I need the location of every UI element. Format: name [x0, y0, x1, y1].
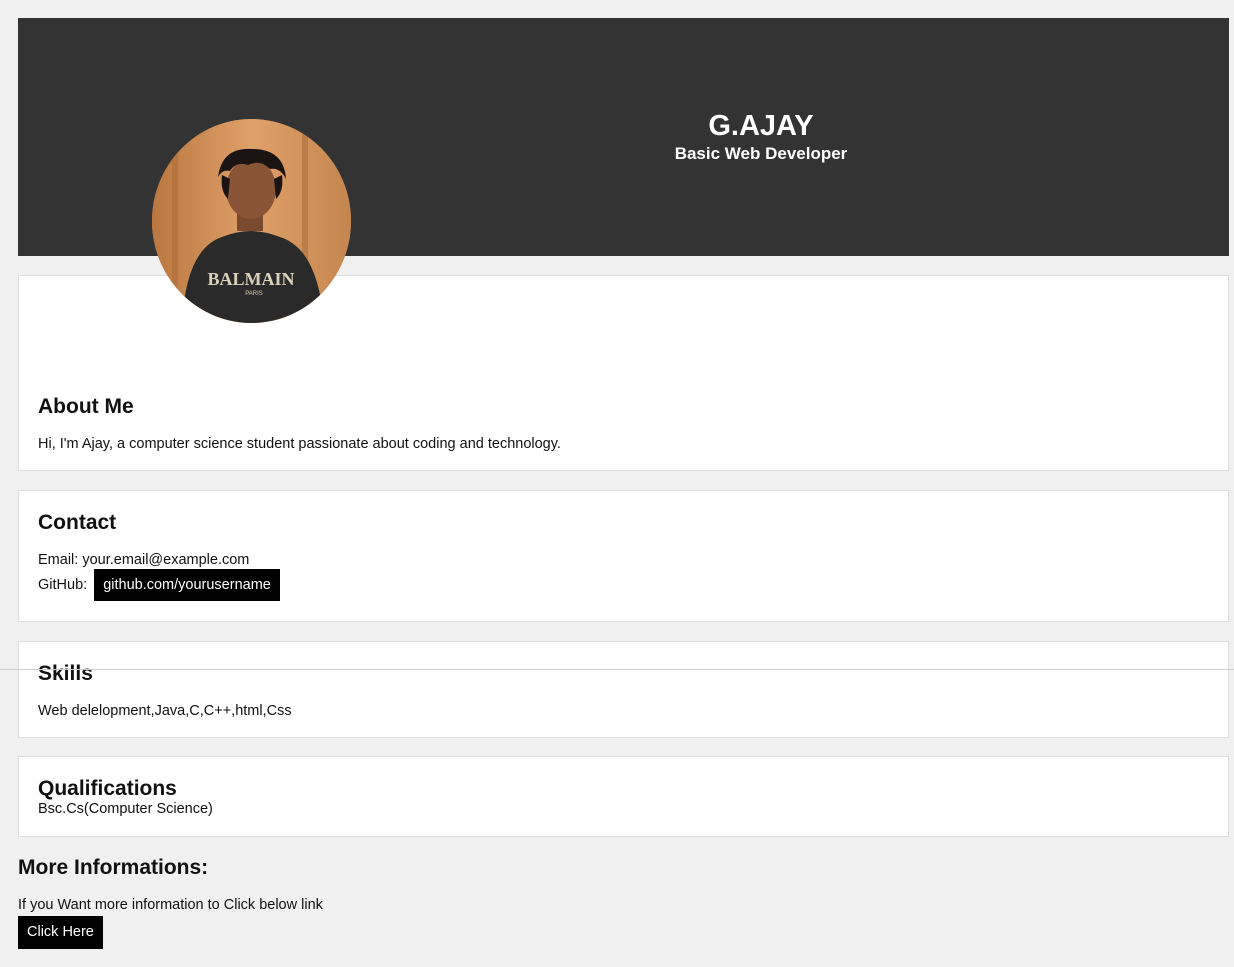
qualifications-card: Qualifications Bsc.Cs(Computer Science): [18, 756, 1229, 837]
email-label: Email:: [38, 552, 79, 568]
qualifications-title: Qualifications: [38, 777, 177, 800]
divider-line: [0, 669, 1234, 670]
shirt-print: BALMAIN: [207, 269, 294, 289]
more-info-title: More Informations:: [18, 856, 209, 879]
about-text: Hi, I'm Ajay, a computer science student…: [38, 436, 561, 452]
github-link[interactable]: github.com/yourusername: [94, 569, 280, 601]
email-value: your.email@example.com: [82, 552, 250, 568]
click-here-button[interactable]: Click Here: [18, 916, 103, 949]
more-info-text: If you Want more information to Click be…: [18, 897, 323, 913]
github-label: GitHub:: [38, 576, 88, 593]
github-line: GitHub: github.com/yourusername: [38, 569, 280, 601]
email-line: Email: your.email@example.com: [38, 552, 249, 568]
qualifications-text: Bsc.Cs(Computer Science): [38, 801, 213, 817]
about-title: About Me: [38, 395, 134, 418]
page: G.AJAY Basic Web Developer BALMAIN PARIS…: [0, 0, 1234, 967]
skills-card: Skills Web delelopment,Java,C,C++,html,C…: [18, 641, 1229, 738]
contact-card: Contact Email: your.email@example.com Gi…: [18, 490, 1229, 622]
avatar: BALMAIN PARIS: [152, 119, 351, 323]
profile-photo-icon: BALMAIN PARIS: [152, 119, 351, 323]
shirt-subprint: PARIS: [245, 291, 263, 297]
skills-title: Skills: [38, 662, 93, 685]
skills-text: Web delelopment,Java,C,C++,html,Css: [38, 703, 292, 719]
contact-title: Contact: [38, 511, 117, 534]
